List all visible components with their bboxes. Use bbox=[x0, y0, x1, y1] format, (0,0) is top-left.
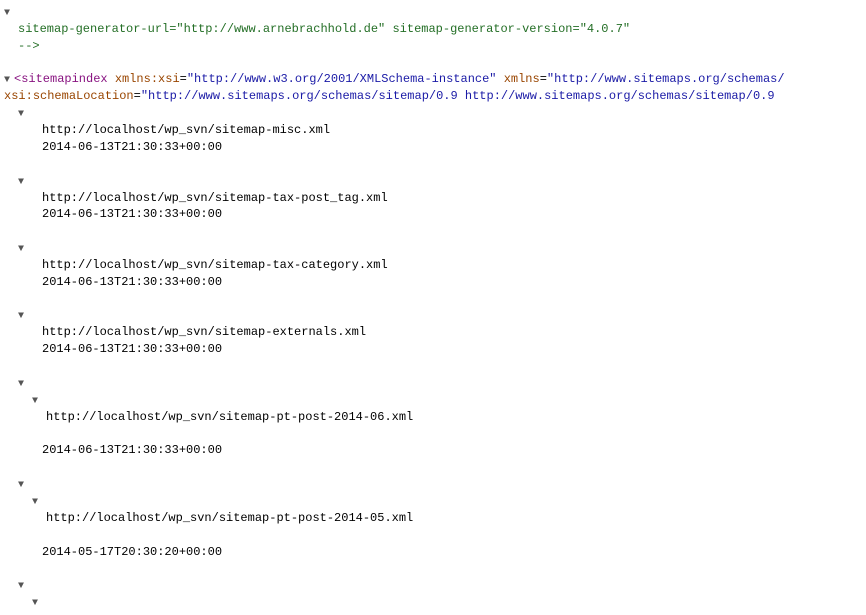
lastmod-text: 2014-06-13T21:30:33+00:00 bbox=[42, 275, 222, 289]
collapse-toggle-icon[interactable]: ▼ bbox=[18, 176, 28, 190]
loc-close-line bbox=[4, 426, 862, 443]
collapse-toggle-icon[interactable]: ▼ bbox=[18, 243, 28, 257]
loc-open-line: ▼ bbox=[4, 392, 862, 409]
sitemapindex-open: <sitemapindex bbox=[14, 72, 115, 86]
comment-line: sitemap-generator-url="http://www.arnebr… bbox=[4, 21, 862, 38]
collapse-toggle-icon[interactable]: ▼ bbox=[4, 7, 14, 21]
lastmod-text: 2014-06-13T21:30:33+00:00 bbox=[42, 443, 222, 457]
collapse-toggle-icon[interactable]: ▼ bbox=[18, 310, 28, 324]
loc-text-line: http://localhost/wp_svn/sitemap-pt-post-… bbox=[4, 409, 862, 426]
val-xmlns: "http://www.sitemaps.org/schemas/ bbox=[547, 72, 785, 86]
sitemap-close-line bbox=[4, 358, 862, 375]
sitemap-2: ▼ bbox=[4, 240, 862, 257]
loc-text: http://localhost/wp_svn/sitemap-misc.xml bbox=[42, 123, 330, 137]
lastmod-line: 2014-06-13T21:30:33+00:00 bbox=[4, 442, 862, 459]
loc-open-partial: ▼ bbox=[4, 594, 862, 611]
loc-text: http://localhost/wp_svn/sitemap-tax-post… bbox=[42, 191, 388, 205]
comment-close: --> bbox=[18, 39, 40, 53]
collapse-toggle-icon[interactable]: ▼ bbox=[18, 378, 28, 392]
collapse-toggle-icon[interactable]: ▼ bbox=[18, 479, 28, 493]
lastmod-line: 2014-06-13T21:30:33+00:00 bbox=[4, 206, 862, 223]
xml-source-tree: ▼ sitemap-generator-url="http://www.arne… bbox=[4, 4, 862, 611]
lastmod-text: 2014-06-13T21:30:33+00:00 bbox=[42, 207, 222, 221]
lastmod-text: 2014-06-13T21:30:33+00:00 bbox=[42, 342, 222, 356]
sitemap-0: ▼ bbox=[4, 105, 862, 122]
collapse-toggle-icon[interactable]: ▼ bbox=[32, 496, 42, 510]
sitemap-close-line bbox=[4, 560, 862, 577]
attr-schema-prefix: xsi: bbox=[4, 89, 33, 103]
lastmod-text: 2014-06-13T21:30:33+00:00 bbox=[42, 140, 222, 154]
loc-line: http://localhost/wp_svn/sitemap-misc.xml bbox=[4, 122, 862, 139]
sitemap-close-line bbox=[4, 156, 862, 173]
sitemap-5: ▼ bbox=[4, 476, 862, 493]
lastmod-line: 2014-05-17T20:30:20+00:00 bbox=[4, 544, 862, 561]
sitemap-1: ▼ bbox=[4, 173, 862, 190]
attr-xmlns-xsi: xmlns:xsi bbox=[115, 72, 180, 86]
attr-xmlns: xmlns bbox=[504, 72, 540, 86]
loc-text-line: http://localhost/wp_svn/sitemap-pt-post-… bbox=[4, 510, 862, 527]
lastmod-text: 2014-05-17T20:30:20+00:00 bbox=[42, 545, 222, 559]
attr-schema-name: schemaLocation bbox=[33, 89, 134, 103]
sitemapindex-line1: ▼<sitemapindex xmlns:xsi="http://www.w3.… bbox=[4, 71, 862, 88]
loc-line: http://localhost/wp_svn/sitemap-tax-post… bbox=[4, 190, 862, 207]
lastmod-line: 2014-06-13T21:30:33+00:00 bbox=[4, 274, 862, 291]
lastmod-line: 2014-06-13T21:30:33+00:00 bbox=[4, 139, 862, 156]
lastmod-line: 2014-06-13T21:30:33+00:00 bbox=[4, 341, 862, 358]
collapse-toggle-icon[interactable]: ▼ bbox=[32, 597, 42, 611]
loc-line: http://localhost/wp_svn/sitemap-external… bbox=[4, 324, 862, 341]
sitemap-close-line bbox=[4, 223, 862, 240]
val-xmlns-xsi: "http://www.w3.org/2001/XMLSchema-instan… bbox=[187, 72, 497, 86]
sitemapindex-line2: xsi:schemaLocation="http://www.sitemaps.… bbox=[4, 88, 862, 105]
loc-text: http://localhost/wp_svn/sitemap-pt-post-… bbox=[46, 511, 413, 525]
loc-text: http://localhost/wp_svn/sitemap-pt-post-… bbox=[46, 410, 413, 424]
comment-line bbox=[4, 55, 862, 72]
comment-body: sitemap-generator-url="http://www.arnebr… bbox=[18, 22, 630, 36]
loc-text: http://localhost/wp_svn/sitemap-external… bbox=[42, 325, 366, 339]
loc-line: http://localhost/wp_svn/sitemap-tax-cate… bbox=[4, 257, 862, 274]
loc-close-line bbox=[4, 527, 862, 544]
collapse-toggle-icon[interactable]: ▼ bbox=[18, 580, 28, 594]
comment-line: --> bbox=[4, 38, 862, 55]
sitemap-close-line bbox=[4, 291, 862, 308]
val-schema: "http://www.sitemaps.org/schemas/sitemap… bbox=[141, 89, 775, 103]
comment-line: ▼ bbox=[4, 4, 862, 21]
collapse-toggle-icon[interactable]: ▼ bbox=[32, 395, 42, 409]
loc-text: http://localhost/wp_svn/sitemap-tax-cate… bbox=[42, 258, 388, 272]
collapse-toggle-icon[interactable]: ▼ bbox=[18, 108, 28, 122]
sitemap-3: ▼ bbox=[4, 307, 862, 324]
collapse-toggle-icon[interactable]: ▼ bbox=[4, 74, 14, 88]
loc-open-line: ▼ bbox=[4, 493, 862, 510]
sitemap-4: ▼ bbox=[4, 375, 862, 392]
sitemap-close-line bbox=[4, 459, 862, 476]
